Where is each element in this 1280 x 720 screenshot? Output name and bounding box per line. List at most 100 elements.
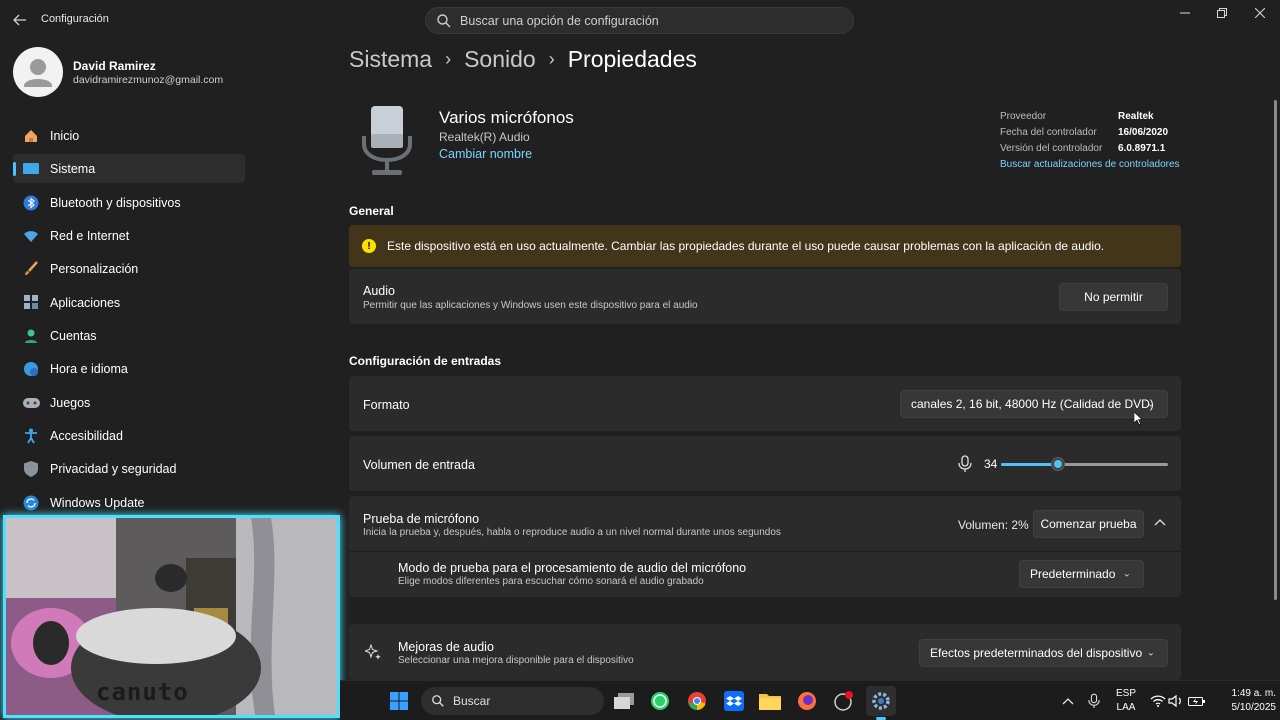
breadcrumb-sistema[interactable]: Sistema	[349, 46, 432, 73]
test-mode-title: Modo de prueba para el procesamiento de …	[398, 561, 747, 575]
whatsapp-app[interactable]	[648, 689, 672, 713]
sidebar-item-accesibilidad[interactable]: Accesibilidad	[13, 421, 245, 450]
task-view-button[interactable]	[612, 689, 636, 713]
microphone-icon[interactable]	[958, 455, 972, 473]
collapse-button[interactable]	[1154, 516, 1168, 530]
home-icon	[22, 127, 40, 145]
sidebar-item-inicio[interactable]: Inicio	[13, 121, 245, 150]
close-button[interactable]	[1245, 4, 1275, 22]
mic-test-title: Prueba de micrófono	[363, 512, 480, 526]
slider-fill	[1001, 463, 1058, 466]
format-dropdown[interactable]: canales 2, 16 bit, 48000 Hz (Calidad de …	[900, 390, 1168, 418]
audio-access-card: Audio Permitir que las aplicaciones y Wi…	[349, 269, 1181, 324]
breadcrumb-sonido[interactable]: Sonido	[464, 46, 536, 73]
audio-enhancements-dropdown[interactable]: Efectos predeterminados del dispositivo …	[919, 639, 1168, 667]
clock-date[interactable]: 5/10/2025	[1212, 702, 1277, 713]
task-view-icon	[614, 693, 634, 709]
brush-icon	[22, 260, 40, 278]
page-title: Propiedades	[567, 46, 697, 72]
format-card: Formato canales 2, 16 bit, 48000 Hz (Cal…	[349, 376, 1181, 431]
divider	[349, 551, 1181, 552]
mic-test-card: Prueba de micrófono Inicia la prueba y, …	[349, 496, 1181, 597]
sparkle-icon	[365, 644, 381, 660]
minimize-icon	[1180, 12, 1190, 14]
minimize-button[interactable]	[1170, 4, 1200, 22]
gear-icon	[872, 692, 890, 710]
sidebar-item-sistema[interactable]: Sistema	[13, 154, 245, 183]
microphone-device-icon	[362, 106, 412, 175]
scrollbar[interactable]	[1274, 100, 1277, 600]
dropbox-icon	[724, 691, 744, 711]
format-label: Formato	[363, 398, 410, 412]
wifi-icon	[22, 227, 40, 245]
taskbar-search[interactable]: Buscar	[421, 687, 604, 715]
input-volume-label: Volumen de entrada	[363, 458, 475, 472]
sidebar-item-privacidad[interactable]: Privacidad y seguridad	[13, 454, 245, 483]
microphone-icon	[1088, 693, 1100, 708]
webcam-overlay-text: canuto	[96, 678, 189, 706]
restore-button[interactable]	[1207, 4, 1237, 22]
folder-icon	[759, 694, 781, 710]
input-volume-slider[interactable]	[1001, 456, 1168, 472]
sidebar-item-juegos[interactable]: Juegos	[13, 388, 245, 417]
slider-thumb[interactable]	[1051, 457, 1065, 471]
recording-app[interactable]	[832, 689, 856, 713]
settings-app[interactable]	[866, 686, 896, 716]
sidebar-item-hora[interactable]: Hora e idioma	[13, 354, 245, 383]
settings-search-box[interactable]	[425, 7, 854, 34]
language-indicator-1[interactable]: ESP	[1114, 688, 1138, 699]
app-title: Configuración	[41, 13, 109, 25]
user-email: davidramirezmunoz@gmail.com	[73, 74, 224, 86]
start-test-button[interactable]: Comenzar prueba	[1033, 510, 1144, 538]
battery-tray-button[interactable]	[1185, 689, 1209, 713]
gamepad-icon	[22, 394, 40, 412]
clock-time[interactable]: 1:49 a. m.	[1212, 688, 1276, 699]
dropbox-app[interactable]	[722, 689, 746, 713]
check-driver-updates-link[interactable]: Buscar actualizaciones de controladores	[1000, 159, 1180, 170]
search-input[interactable]	[460, 13, 820, 28]
sidebar-item-windows-update[interactable]: Windows Update	[13, 488, 245, 517]
chevron-right-icon: ›	[548, 49, 555, 69]
active-indicator	[13, 162, 16, 176]
test-mode-description: Elige modos diferentes para escuchar cóm…	[398, 576, 704, 587]
microphone-tray-button[interactable]	[1082, 689, 1106, 713]
sidebar-item-bluetooth[interactable]: Bluetooth y dispositivos	[13, 188, 245, 217]
language-indicator-2[interactable]: LAA	[1114, 702, 1138, 713]
provider-value: Realtek	[1118, 111, 1154, 122]
device-driver-name: Realtek(R) Audio	[439, 130, 530, 144]
close-icon	[1255, 8, 1265, 18]
breadcrumb: Sistema › Sonido › Propiedades	[349, 46, 697, 73]
file-explorer-app[interactable]	[758, 689, 782, 713]
rename-link[interactable]: Cambiar nombre	[439, 147, 532, 161]
taskbar-search-label: Buscar	[453, 694, 491, 708]
disallow-button[interactable]: No permitir	[1059, 283, 1168, 311]
whatsapp-icon	[651, 692, 669, 710]
sidebar-item-personalizacion[interactable]: Personalización	[13, 254, 245, 283]
mic-test-description: Inicia la prueba y, después, habla o rep…	[363, 527, 781, 538]
mic-test-volume: Volumen: 2%	[958, 518, 1029, 532]
format-value: canales 2, 16 bit, 48000 Hz (Calidad de …	[911, 397, 1154, 411]
warning-icon: !	[362, 239, 376, 253]
firefox-app[interactable]	[795, 689, 819, 713]
audio-description: Permitir que las aplicaciones y Windows …	[363, 300, 698, 311]
provider-label: Proveedor	[1000, 111, 1047, 122]
chrome-app[interactable]	[685, 689, 709, 713]
audio-enhancements-description: Seleccionar una mejora disponible para e…	[398, 655, 634, 666]
avatar[interactable]	[13, 47, 63, 97]
sidebar-item-red[interactable]: Red e Internet	[13, 221, 245, 250]
audio-enhancements-title: Mejoras de audio	[398, 640, 494, 654]
start-button[interactable]	[387, 689, 411, 713]
back-button[interactable]	[8, 8, 32, 32]
test-mode-dropdown[interactable]: Predeterminado ⌄	[1019, 560, 1144, 588]
sidebar-item-label: Windows Update	[50, 495, 145, 510]
sidebar-item-label: Juegos	[50, 395, 91, 410]
sidebar-item-aplicaciones[interactable]: Aplicaciones	[13, 288, 245, 317]
input-volume-value: 34	[984, 457, 998, 471]
webcam-overlay: canuto	[3, 515, 340, 718]
show-hidden-icons-button[interactable]	[1056, 689, 1080, 713]
sidebar-item-label: Inicio	[50, 128, 80, 143]
update-icon	[22, 494, 40, 512]
sidebar-item-cuentas[interactable]: Cuentas	[13, 321, 245, 350]
chevron-right-icon: ›	[445, 49, 452, 69]
bluetooth-icon	[22, 194, 40, 212]
